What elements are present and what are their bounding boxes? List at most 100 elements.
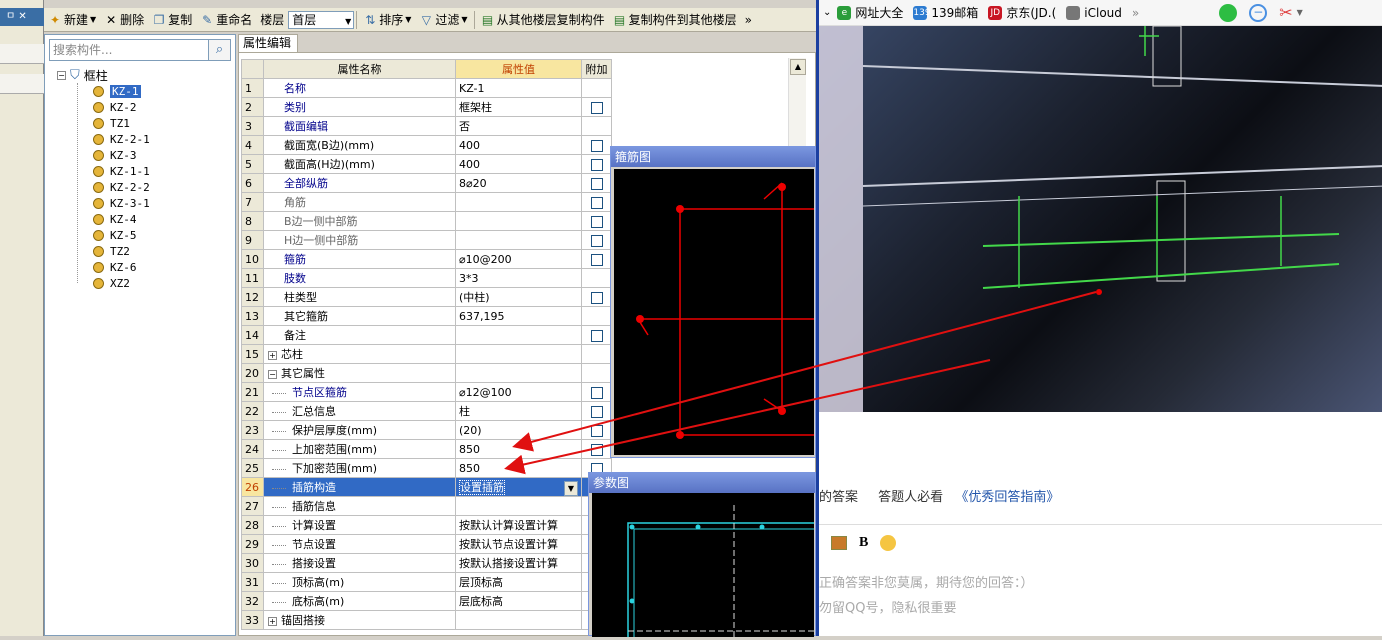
property-value-cell[interactable] bbox=[455, 610, 582, 630]
attach-checkbox[interactable] bbox=[590, 253, 603, 266]
property-row[interactable]: 25 下加密范围(mm) 850 bbox=[241, 458, 612, 478]
property-value-cell[interactable] bbox=[455, 344, 582, 364]
property-row[interactable]: 30 搭接设置 按默认搭接设置计算 bbox=[241, 553, 612, 573]
property-value-cell[interactable]: ⌀12@100 bbox=[455, 382, 582, 402]
new-button[interactable]: ✦ 新建 ▼ bbox=[44, 9, 100, 31]
collapse-icon[interactable]: − bbox=[268, 369, 277, 379]
tree-item[interactable]: KZ-2-2 bbox=[93, 179, 150, 195]
property-value-cell[interactable]: 层底标高 bbox=[455, 591, 582, 611]
property-row[interactable]: 1 名称 KZ-1 bbox=[241, 78, 612, 98]
property-row[interactable]: 10 箍筋 ⌀10@200 bbox=[241, 249, 612, 269]
scissors-icon[interactable]: ✂ bbox=[1279, 3, 1292, 22]
property-value-cell[interactable]: 框架柱 bbox=[455, 97, 582, 117]
attach-checkbox[interactable] bbox=[590, 139, 603, 152]
bookmark-item[interactable]: iCloud bbox=[1066, 4, 1122, 21]
tree-item[interactable]: TZ2 bbox=[93, 243, 130, 259]
bookmark-item[interactable]: e 网址大全 bbox=[837, 4, 903, 21]
property-value-cell[interactable]: 850 bbox=[455, 439, 582, 459]
tree-item[interactable]: KZ-1 bbox=[93, 83, 141, 99]
property-row[interactable]: 22 汇总信息 柱 bbox=[241, 401, 612, 421]
sort-button[interactable]: ⇅ 排序 ▼ bbox=[359, 9, 415, 31]
property-value-cell[interactable] bbox=[455, 211, 582, 231]
property-value-cell[interactable]: 按默认计算设置计算 bbox=[455, 515, 582, 535]
property-value-cell[interactable] bbox=[455, 496, 582, 516]
chevron-down-icon[interactable]: ▼ bbox=[1297, 8, 1303, 17]
tree-item[interactable]: TZ1 bbox=[93, 115, 130, 131]
property-value-cell[interactable]: 设置插筋 ▼ bbox=[455, 477, 582, 497]
property-row[interactable]: 3 截面编辑 否 bbox=[241, 116, 612, 136]
property-value-cell[interactable]: 柱 bbox=[455, 401, 582, 421]
image-icon[interactable] bbox=[831, 535, 847, 550]
tree-item[interactable]: KZ-2 bbox=[93, 99, 137, 115]
property-value-cell[interactable]: 400 bbox=[455, 154, 582, 174]
property-row[interactable]: 12 柱类型 (中柱) bbox=[241, 287, 612, 307]
property-value-cell[interactable]: 层顶标高 bbox=[455, 572, 582, 592]
search-icon[interactable]: ⌕ bbox=[208, 40, 230, 60]
tab-property-edit[interactable]: 属性编辑 bbox=[238, 34, 298, 52]
property-row[interactable]: 4 截面宽(B边)(mm) 400 bbox=[241, 135, 612, 155]
attach-checkbox[interactable] bbox=[590, 177, 603, 190]
property-row[interactable]: 28 计算设置 按默认计算设置计算 bbox=[241, 515, 612, 535]
bookmarks-more-button[interactable]: » bbox=[1132, 6, 1139, 20]
property-value-cell[interactable]: 850 bbox=[455, 458, 582, 478]
tree-item[interactable]: KZ-1-1 bbox=[93, 163, 150, 179]
property-row[interactable]: 21 节点区箍筋 ⌀12@100 bbox=[241, 382, 612, 402]
wechat-icon[interactable] bbox=[1219, 3, 1238, 22]
property-value-cell[interactable]: ⌀10@200 bbox=[455, 249, 582, 269]
property-value-cell[interactable]: 400 bbox=[455, 135, 582, 155]
property-row[interactable]: 24 上加密范围(mm) 850 bbox=[241, 439, 612, 459]
floor-select[interactable]: 首层 ▼ bbox=[288, 10, 355, 29]
property-value-cell[interactable]: 3*3 bbox=[455, 268, 582, 288]
property-row[interactable]: 32 底标高(m) 层底标高 bbox=[241, 591, 612, 611]
property-row[interactable]: 20− 其它属性 bbox=[241, 363, 612, 383]
rename-button[interactable]: ✎ 重命名 bbox=[196, 9, 256, 31]
attach-checkbox[interactable] bbox=[590, 291, 603, 304]
property-row[interactable]: 8 B边一侧中部筋 bbox=[241, 211, 612, 231]
parameter-diagram-window[interactable]: 参数图 bbox=[588, 472, 829, 640]
attach-checkbox[interactable] bbox=[590, 158, 603, 171]
filter-button[interactable]: ▽ 过滤 ▼ bbox=[415, 9, 471, 31]
property-row[interactable]: 11 肢数 3*3 bbox=[241, 268, 612, 288]
property-row[interactable]: 13 其它箍筋 637,195 bbox=[241, 306, 612, 326]
attach-checkbox[interactable] bbox=[590, 215, 603, 228]
property-row[interactable]: 29 节点设置 按默认节点设置计算 bbox=[241, 534, 612, 554]
attach-checkbox[interactable] bbox=[590, 386, 603, 399]
collapse-icon[interactable]: − bbox=[57, 70, 66, 80]
property-row[interactable]: 5 截面高(H边)(mm) 400 bbox=[241, 154, 612, 174]
bold-button[interactable]: B bbox=[859, 535, 868, 551]
attach-checkbox[interactable] bbox=[590, 329, 603, 342]
expand-icon[interactable]: + bbox=[268, 350, 277, 360]
property-row[interactable]: 27 插筋信息 bbox=[241, 496, 612, 516]
property-row[interactable]: 2 类别 框架柱 bbox=[241, 97, 612, 117]
property-value-cell[interactable]: 637,195 bbox=[455, 306, 582, 326]
property-row[interactable]: 6 全部纵筋 8⌀20 bbox=[241, 173, 612, 193]
copy-from-floor-button[interactable]: ▤ 从其他楼层复制构件 bbox=[477, 9, 609, 31]
dock-pin-header[interactable]: ㅁ ✕ bbox=[0, 8, 44, 26]
property-row[interactable]: 33 + 锚固搭接 bbox=[241, 610, 612, 630]
attach-checkbox[interactable] bbox=[590, 443, 603, 456]
property-row[interactable]: 9 H边一侧中部筋 bbox=[241, 230, 612, 250]
property-row[interactable]: 7 角筋 bbox=[241, 192, 612, 212]
bookmark-item[interactable]: 139 139邮箱 bbox=[913, 4, 978, 21]
emoji-icon[interactable] bbox=[880, 534, 897, 551]
property-value-cell[interactable]: 8⌀20 bbox=[455, 173, 582, 193]
property-value-cell[interactable]: (20) bbox=[455, 420, 582, 440]
property-row[interactable]: 15 + 芯柱 bbox=[241, 344, 612, 364]
property-row[interactable]: 14 备注 bbox=[241, 325, 612, 345]
minus-circle-icon[interactable]: − bbox=[1249, 3, 1268, 22]
delete-button[interactable]: ✕ 删除 bbox=[100, 9, 148, 31]
property-value-cell[interactable] bbox=[455, 363, 582, 383]
tree-item[interactable]: KZ-4 bbox=[93, 211, 137, 227]
property-row[interactable]: 31 顶标高(m) 层顶标高 bbox=[241, 572, 612, 592]
property-value-cell[interactable]: 按默认搭接设置计算 bbox=[455, 553, 582, 573]
chevron-down-icon[interactable]: ⌄ bbox=[823, 7, 831, 18]
tree-root[interactable]: − ⛉ 框柱 bbox=[57, 67, 108, 83]
hoop-diagram-window[interactable]: 箍筋图 bbox=[610, 146, 821, 458]
property-row[interactable]: 26 插筋构造 设置插筋 ▼ bbox=[241, 477, 612, 497]
answer-guide-link[interactable]: 《优秀回答指南》 bbox=[955, 490, 1059, 505]
attach-checkbox[interactable] bbox=[590, 101, 603, 114]
attach-checkbox[interactable] bbox=[590, 196, 603, 209]
attach-checkbox[interactable] bbox=[590, 424, 603, 437]
property-value-cell[interactable]: 按默认节点设置计算 bbox=[455, 534, 582, 554]
tree-item[interactable]: XZ2 bbox=[93, 275, 130, 291]
